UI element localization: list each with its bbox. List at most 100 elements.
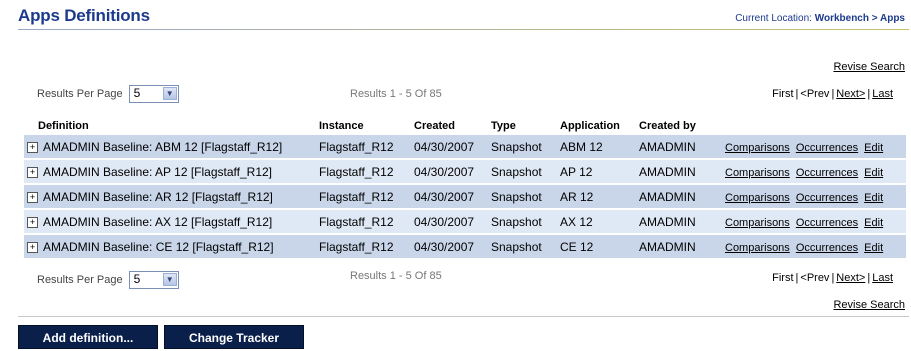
column-header-definition: Definition <box>24 117 316 135</box>
pager-first: First <box>772 88 794 100</box>
application-cell: CE 12 <box>557 234 636 260</box>
created-by-cell: AMADMIN <box>636 184 722 210</box>
pager-prev: <Prev <box>800 88 830 100</box>
definitions-table: Definition Instance Created Type Applica… <box>24 117 906 260</box>
pager-bottom: First | <Prev | Next> | Last <box>772 272 893 284</box>
table-header-row: Definition Instance Created Type Applica… <box>24 117 906 135</box>
revise-search-link-bottom[interactable]: Revise Search <box>833 299 905 311</box>
column-header-created: Created <box>411 117 488 135</box>
pager-top: First | <Prev | Next> | Last <box>772 88 893 100</box>
edit-link[interactable]: Edit <box>864 167 883 179</box>
created-by-cell: AMADMIN <box>636 159 722 185</box>
occurrences-link[interactable]: Occurrences <box>796 242 858 254</box>
comparisons-link[interactable]: Comparisons <box>725 167 790 179</box>
definition-text: AMADMIN Baseline: AP 12 [Flagstaff_R12] <box>43 164 273 179</box>
column-header-instance: Instance <box>316 117 411 135</box>
type-cell: Snapshot <box>488 135 557 160</box>
pager-first: First <box>772 272 794 284</box>
results-per-page-value: 5 <box>133 272 141 286</box>
column-header-application: Application <box>557 117 636 135</box>
bottom-divider <box>18 316 909 317</box>
instance-cell: Flagstaff_R12 <box>316 135 411 160</box>
location-path: Workbench > Apps <box>814 13 905 24</box>
actions-cell: Comparisons Occurrences Edit <box>722 159 906 185</box>
application-cell: AR 12 <box>557 184 636 210</box>
occurrences-link[interactable]: Occurrences <box>796 217 858 229</box>
plus-box-icon[interactable]: + <box>27 216 38 228</box>
definition-text: AMADMIN Baseline: AX 12 [Flagstaff_R12] <box>43 214 273 229</box>
results-per-page-select-top[interactable]: 5 ▼ <box>128 85 179 103</box>
results-per-page-label: Results Per Page <box>37 88 123 100</box>
definition-cell: + AMADMIN Baseline: AX 12 [Flagstaff_R12] <box>24 209 316 235</box>
results-per-page-top: Results Per Page 5 ▼ <box>37 85 179 103</box>
created-cell: 04/30/2007 <box>411 234 488 260</box>
created-cell: 04/30/2007 <box>411 184 488 210</box>
definition-cell: + AMADMIN Baseline: CE 12 [Flagstaff_R12] <box>24 234 316 260</box>
application-cell: ABM 12 <box>557 135 636 160</box>
comparisons-link[interactable]: Comparisons <box>725 142 790 154</box>
chevron-down-icon[interactable]: ▼ <box>162 87 177 100</box>
page-title: Apps Definitions <box>18 6 150 25</box>
breadcrumb: Current Location: Workbench > Apps <box>735 13 905 24</box>
column-header-type: Type <box>488 117 557 135</box>
table-row: + AMADMIN Baseline: ABM 12 [Flagstaff_R12… <box>24 135 906 160</box>
type-cell: Snapshot <box>488 209 557 235</box>
chevron-down-icon[interactable]: ▼ <box>162 273 177 286</box>
definition-text: AMADMIN Baseline: CE 12 [Flagstaff_R12] <box>43 239 274 254</box>
pager-prev: <Prev <box>800 272 830 284</box>
actions-cell: Comparisons Occurrences Edit <box>722 135 906 160</box>
results-count-bottom: Results 1 - 5 Of 85 <box>350 270 442 282</box>
plus-box-icon[interactable]: + <box>27 141 38 153</box>
definition-cell: + AMADMIN Baseline: ABM 12 [Flagstaff_R12… <box>24 135 316 160</box>
type-cell: Snapshot <box>488 234 557 260</box>
results-count-top: Results 1 - 5 Of 85 <box>350 88 442 100</box>
change-tracker-button[interactable]: Change Tracker <box>164 325 304 349</box>
definition-text: AMADMIN Baseline: ABM 12 [Flagstaff_R12] <box>43 139 283 154</box>
definition-cell: + AMADMIN Baseline: AR 12 [Flagstaff_R12] <box>24 184 316 210</box>
plus-box-icon[interactable]: + <box>27 166 38 178</box>
occurrences-link[interactable]: Occurrences <box>796 167 858 179</box>
pager-next-link[interactable]: Next> <box>836 272 865 284</box>
location-label: Current Location: <box>735 13 812 24</box>
created-cell: 04/30/2007 <box>411 159 488 185</box>
results-per-page-bottom: Results Per Page 5 ▼ <box>37 271 179 289</box>
column-header-actions <box>722 117 906 135</box>
edit-link[interactable]: Edit <box>864 217 883 229</box>
created-by-cell: AMADMIN <box>636 234 722 260</box>
instance-cell: Flagstaff_R12 <box>316 234 411 260</box>
created-by-cell: AMADMIN <box>636 209 722 235</box>
occurrences-link[interactable]: Occurrences <box>796 142 858 154</box>
table-row: + AMADMIN Baseline: AP 12 [Flagstaff_R12]… <box>24 159 906 185</box>
results-per-page-select-bottom[interactable]: 5 ▼ <box>128 271 179 289</box>
plus-box-icon[interactable]: + <box>27 191 38 203</box>
pager-last-link[interactable]: Last <box>872 272 893 284</box>
type-cell: Snapshot <box>488 159 557 185</box>
definition-cell: + AMADMIN Baseline: AP 12 [Flagstaff_R12] <box>24 159 316 185</box>
comparisons-link[interactable]: Comparisons <box>725 192 790 204</box>
add-definition-button[interactable]: Add definition... <box>18 325 158 349</box>
created-cell: 04/30/2007 <box>411 209 488 235</box>
edit-link[interactable]: Edit <box>864 142 883 154</box>
application-cell: AX 12 <box>557 209 636 235</box>
application-cell: AP 12 <box>557 159 636 185</box>
actions-cell: Comparisons Occurrences Edit <box>722 209 906 235</box>
plus-box-icon[interactable]: + <box>27 241 38 253</box>
table-row: + AMADMIN Baseline: CE 12 [Flagstaff_R12]… <box>24 234 906 260</box>
comparisons-link[interactable]: Comparisons <box>725 242 790 254</box>
created-by-cell: AMADMIN <box>636 135 722 160</box>
edit-link[interactable]: Edit <box>864 192 883 204</box>
instance-cell: Flagstaff_R12 <box>316 184 411 210</box>
results-per-page-value: 5 <box>133 86 141 100</box>
column-header-created-by: Created by <box>636 117 722 135</box>
revise-search-link-top[interactable]: Revise Search <box>833 61 905 73</box>
pager-last-link[interactable]: Last <box>872 88 893 100</box>
actions-cell: Comparisons Occurrences Edit <box>722 234 906 260</box>
comparisons-link[interactable]: Comparisons <box>725 217 790 229</box>
edit-link[interactable]: Edit <box>864 242 883 254</box>
instance-cell: Flagstaff_R12 <box>316 159 411 185</box>
created-cell: 04/30/2007 <box>411 135 488 160</box>
pager-next-link[interactable]: Next> <box>836 88 865 100</box>
occurrences-link[interactable]: Occurrences <box>796 192 858 204</box>
definition-text: AMADMIN Baseline: AR 12 [Flagstaff_R12] <box>43 189 273 204</box>
actions-cell: Comparisons Occurrences Edit <box>722 184 906 210</box>
